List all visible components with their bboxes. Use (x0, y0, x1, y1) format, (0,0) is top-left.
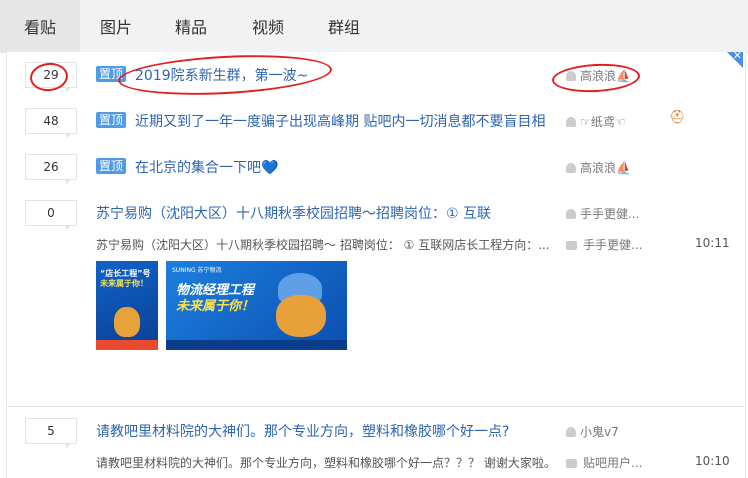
thread-author[interactable]: 小鬼v7 (566, 423, 619, 440)
thread-list: ✕ 29 置顶 2019院系新生群，第一波~ 高浪浪⛵ 48 置顶 近期又到了一… (6, 50, 746, 478)
author-name: ☞纸鸢☜ (580, 115, 626, 129)
chat-icon (566, 459, 577, 468)
author-name: 手手更健... (580, 207, 640, 221)
pinned-badge: 置顶 (96, 112, 127, 128)
thread-row: 5 请教吧里材料院的大神们。那个专业方向，塑料和橡胶哪个好一点? 小鬼v7 请教… (7, 418, 745, 478)
author-name: 小鬼v7 (580, 425, 619, 439)
thread-author[interactable]: 手手更健... (566, 205, 639, 222)
thread-author[interactable]: 高浪浪⛵ (566, 67, 631, 84)
thread-row: 29 置顶 2019院系新生群，第一波~ 高浪浪⛵ (7, 62, 745, 102)
reply-count: 0 (25, 200, 77, 230)
thread-author[interactable]: 高浪浪⛵ (566, 159, 631, 176)
mascot-figure (276, 295, 326, 337)
thread-snippet: 请教吧里材料院的大神们。那个专业方向，塑料和橡胶哪个好一点？？？ 谢谢大家啦。 (96, 456, 551, 470)
tab-bar: 看贴 图片 精品 视频 群组 (0, 0, 748, 53)
reply-count: 29 (25, 62, 77, 92)
tab-groups[interactable]: 群组 (306, 0, 382, 52)
thread-author[interactable]: ☞纸鸢☜ (566, 113, 626, 130)
image-2-stripe (166, 340, 347, 350)
tab-featured[interactable]: 精品 (152, 0, 230, 52)
row-divider (7, 406, 745, 407)
tab-posts[interactable]: 看贴 (0, 0, 80, 52)
emoji-icon: ⛑ (669, 110, 686, 125)
user-icon (566, 117, 576, 127)
last-reply-time: 10:10 (695, 454, 730, 468)
tab-videos[interactable]: 视频 (230, 0, 306, 52)
thread-title[interactable]: 请教吧里材料院的大神们。那个专业方向，塑料和橡胶哪个好一点? (96, 421, 509, 441)
author-name: 高浪浪 (580, 161, 617, 175)
last-replier-name: 贴吧用户... (583, 456, 643, 470)
thread-title[interactable]: 苏宁易购（沈阳大区）十八期秋季校园招聘～招聘岗位：① 互联 (96, 203, 491, 223)
author-badge: ⛵ (616, 69, 631, 83)
image-1-caption: “店长工程”号 未来属于你！ (100, 269, 151, 288)
thread-title[interactable]: 近期又到了一年一度骗子出现高峰期 贴吧内一切消息都不要盲目相 (135, 111, 545, 131)
user-icon (566, 71, 576, 81)
reply-count: 5 (25, 418, 77, 448)
author-badge: ⛵ (616, 161, 631, 175)
thread-image-1[interactable]: “店长工程”号 未来属于你！ (96, 261, 158, 350)
tab-images[interactable]: 图片 (80, 0, 152, 52)
author-name: 高浪浪 (580, 69, 617, 83)
pinned-badge: 置顶 (96, 158, 127, 174)
last-replier[interactable]: 手手更健... (566, 236, 642, 253)
user-icon (566, 427, 576, 437)
pinned-badge: 置顶 (96, 66, 127, 82)
thread-row: 48 置顶 近期又到了一年一度骗子出现高峰期 贴吧内一切消息都不要盲目相 ☞纸鸢… (7, 108, 745, 148)
image-2-caption: 物流经理工程 未来属于你！ (176, 283, 255, 314)
brand-logo: SUNING 苏宁物流 (172, 267, 222, 274)
last-replier-name: 手手更健... (583, 238, 643, 252)
last-replier[interactable]: 贴吧用户... (566, 454, 642, 471)
thread-row: 26 置顶 在北京的集合一下吧💙 高浪浪⛵ (7, 154, 745, 194)
chat-icon (566, 241, 577, 250)
close-icon[interactable]: ✕ (733, 50, 742, 62)
thread-snippet: 苏宁易购（沈阳大区）十八期秋季校园招聘～ 招聘岗位： ① 互联网店长工程方向：.… (96, 238, 550, 252)
thread-title[interactable]: 2019院系新生群，第一波~ (135, 65, 308, 85)
image-1-stripe (96, 340, 158, 350)
reply-count: 26 (25, 154, 77, 184)
thread-image-2[interactable]: SUNING 苏宁物流 物流经理工程 未来属于你！ (166, 261, 347, 350)
user-icon (566, 163, 576, 173)
thread-row: 0 苏宁易购（沈阳大区）十八期秋季校园招聘～招聘岗位：① 互联 手手更健... … (7, 200, 745, 400)
last-reply-time: 10:11 (695, 236, 730, 250)
thread-title[interactable]: 在北京的集合一下吧💙 (135, 157, 278, 177)
reply-count: 48 (25, 108, 77, 138)
mascot-figure (114, 307, 140, 337)
user-icon (566, 209, 576, 219)
